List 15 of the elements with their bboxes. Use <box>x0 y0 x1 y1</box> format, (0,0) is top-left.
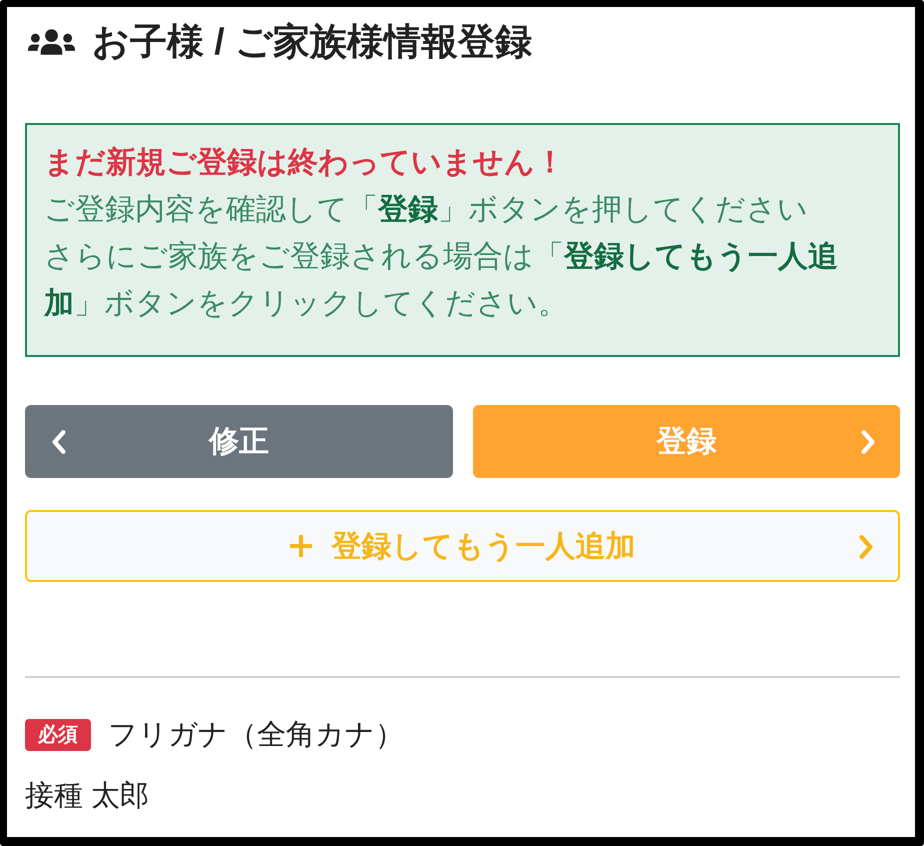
field-value: 接種 太郎 <box>25 779 150 814</box>
chevron-right-icon <box>858 534 874 560</box>
plus-icon <box>290 535 312 557</box>
chevron-left-icon <box>51 429 67 455</box>
edit-button[interactable]: 修正 <box>25 405 452 478</box>
register-and-add-button[interactable]: 登録してもう一人追加 <box>25 510 900 582</box>
register-button[interactable]: 登録 <box>472 405 900 478</box>
notice-text: さらにご家族をご登録される場合は「登録してもう一人追加」ボタンをクリックしてください。 <box>44 239 839 322</box>
required-badge: 必須 <box>25 719 91 751</box>
users-icon <box>28 29 75 55</box>
page-title: お子様 / ご家族様情報登録 <box>92 20 532 64</box>
notice-heading: まだ新規ご登録は終わっていません！ <box>44 145 565 181</box>
field-label: フリガナ（全角カナ） <box>108 718 404 753</box>
notice-text: ご登録内容を確認して「登録」ボタンを押してください <box>44 192 808 228</box>
chevron-right-icon <box>860 429 876 455</box>
